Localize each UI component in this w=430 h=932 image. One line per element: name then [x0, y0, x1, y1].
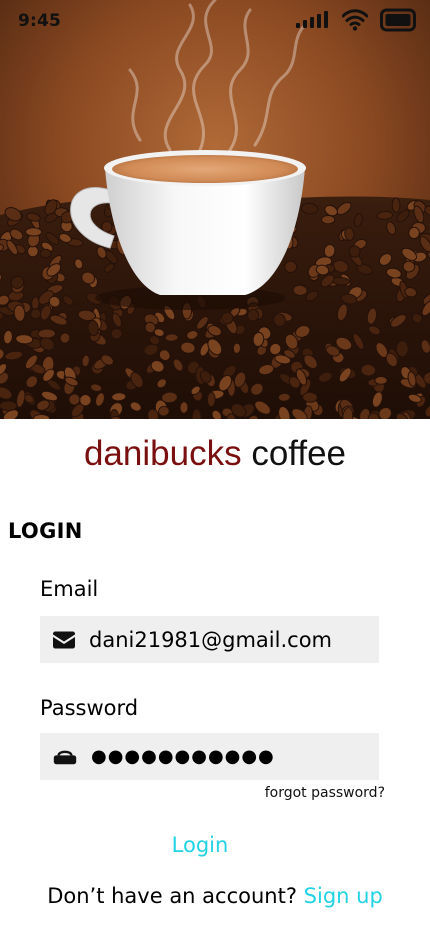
brand-word: coffee [251, 434, 347, 473]
forgot-password-link[interactable]: forgot password? [265, 783, 385, 803]
login-heading: LOGIN [8, 519, 83, 543]
envelope-icon [53, 628, 77, 652]
email-label: Email [40, 577, 99, 601]
cellular-signal-icon [296, 10, 330, 34]
signup-prompt: Don’t have an account? [47, 884, 297, 908]
login-button[interactable]: Login [150, 829, 250, 861]
coffee-bean [360, 363, 377, 377]
password-field-container[interactable] [40, 733, 379, 780]
coffee-bean [395, 340, 409, 358]
coffee-bean [402, 260, 416, 273]
coffee-bean [302, 391, 318, 403]
coffee-bean [321, 215, 336, 225]
coffee-bean [164, 333, 179, 342]
email-field-container[interactable] [40, 616, 379, 663]
email-input[interactable] [89, 624, 359, 655]
coffee-bean [39, 248, 52, 259]
coffee-bean [31, 296, 40, 311]
coffee-bean [37, 328, 56, 339]
coffee-bean [232, 342, 242, 354]
coffee-bean [374, 375, 388, 385]
coffee-bean [179, 401, 189, 414]
status-icons [296, 8, 418, 36]
battery-icon [380, 8, 418, 36]
signup-link[interactable]: Sign up [304, 884, 383, 908]
status-bar: 9:45 [0, 0, 430, 44]
password-label: Password [40, 696, 139, 720]
coffee-bean [391, 197, 401, 213]
coffee-bean [0, 400, 18, 412]
hero-coffee-image [0, 0, 430, 419]
signup-row: Don’t have an account? Sign up [0, 881, 430, 911]
brand-title: danibucks coffee [0, 432, 430, 476]
wifi-icon [341, 9, 369, 35]
coffee-bean [25, 227, 43, 237]
coffee-bean [206, 391, 216, 408]
status-time: 9:45 [18, 11, 62, 31]
brand-name: danibucks [83, 434, 242, 473]
password-input[interactable] [91, 741, 361, 772]
coffee-bean [348, 245, 361, 258]
lock-icon [53, 745, 77, 769]
